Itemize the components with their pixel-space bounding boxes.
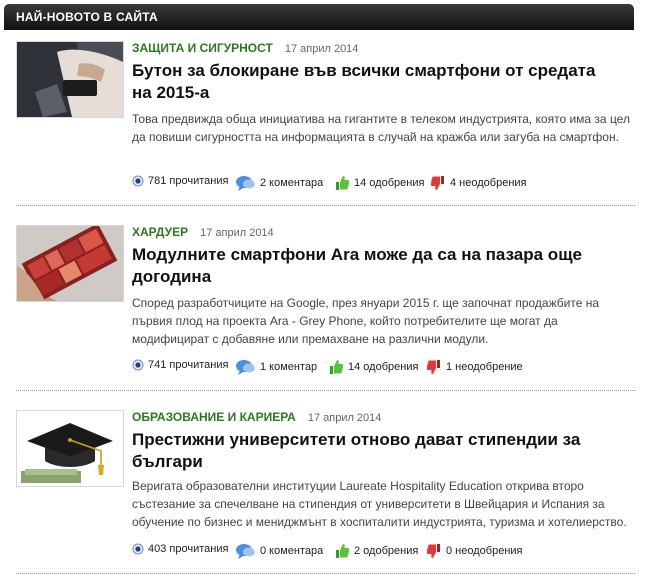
views-stat: 741 прочитания — [132, 359, 228, 371]
comments-stat[interactable]: 0 коментара — [236, 543, 323, 559]
comment-bubble-icon — [236, 544, 255, 559]
eye-icon — [132, 359, 144, 371]
thumbs-down-icon — [426, 360, 440, 374]
dislikes-stat[interactable]: 1 неодобрение — [426, 359, 523, 375]
thumbs-down-icon — [430, 176, 444, 190]
comment-bubble-icon — [236, 360, 255, 375]
thumbs-up-icon — [336, 176, 350, 190]
article-date: 17 април 2014 — [284, 43, 359, 55]
section-title: НАЙ-НОВОТО В САЙТА — [16, 10, 158, 24]
article-title[interactable]: Модулните смартфони Ara може да са на па… — [132, 244, 612, 288]
article-summary: Според разработчиците на Google, през ян… — [132, 296, 600, 346]
article-category[interactable]: ХАРДУЕР — [132, 225, 188, 239]
divider — [16, 390, 635, 391]
article-thumbnail[interactable] — [16, 41, 124, 118]
thumbs-up-icon — [330, 360, 344, 374]
likes-stat[interactable]: 14 одобрения — [328, 359, 418, 375]
eye-icon — [132, 543, 144, 555]
views-stat: 781 прочитания — [132, 175, 228, 187]
article-category[interactable]: ЗАЩИТА И СИГУРНОСТ — [132, 41, 273, 55]
likes-stat[interactable]: 14 одобрения — [334, 175, 424, 191]
dislikes-stat[interactable]: 0 неодобрения — [426, 543, 523, 559]
article-thumbnail[interactable] — [16, 225, 124, 302]
article-thumbnail[interactable] — [16, 410, 124, 487]
comments-stat[interactable]: 1 коментар — [236, 359, 317, 375]
latest-header: НАЙ-НОВОТО В САЙТА — [4, 4, 634, 30]
likes-stat[interactable]: 2 одобрения — [334, 543, 418, 559]
article-date: 17 април 2014 — [307, 412, 382, 424]
thumbs-up-icon — [336, 544, 350, 558]
article-summary: Веригата образователни институции Laurea… — [132, 479, 627, 529]
article-title[interactable]: Престижни университети отново дават стип… — [132, 429, 612, 473]
dislikes-stat[interactable]: 4 неодобрения — [430, 175, 527, 191]
comments-stat[interactable]: 2 коментара — [236, 175, 323, 191]
article-date: 17 април 2014 — [200, 227, 274, 239]
article-category[interactable]: ОБРАЗОВАНИЕ И КАРИЕРА — [132, 410, 296, 424]
divider — [16, 573, 635, 574]
comment-bubble-icon — [236, 176, 255, 191]
views-stat: 403 прочитания — [132, 543, 228, 555]
divider — [16, 205, 635, 206]
article-title[interactable]: Бутон за блокиране във всички смартфони … — [132, 60, 612, 104]
eye-icon — [132, 175, 144, 187]
article-meta: ХАРДУЕР 17 април 2014 — [132, 225, 274, 239]
article-meta: ЗАЩИТА И СИГУРНОСТ 17 април 2014 — [132, 41, 358, 55]
article-meta: ОБРАЗОВАНИЕ И КАРИЕРА 17 април 2014 — [132, 410, 381, 424]
article-summary: Това предвижда обща инициатива на гигант… — [132, 112, 630, 144]
thumbs-down-icon — [426, 544, 440, 558]
